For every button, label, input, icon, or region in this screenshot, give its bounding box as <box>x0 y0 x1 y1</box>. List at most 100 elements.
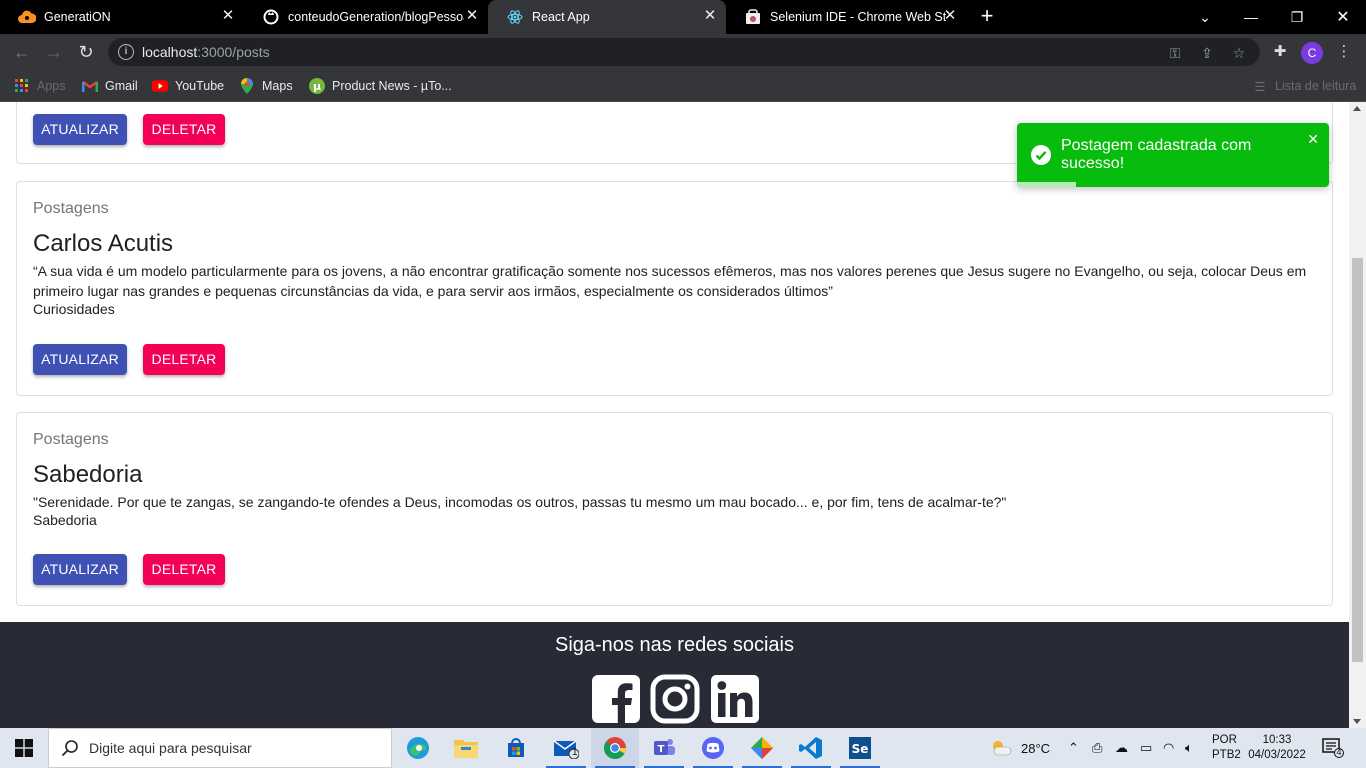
update-button[interactable]: ATUALIZAR <box>33 114 127 145</box>
facebook-icon[interactable] <box>591 674 641 724</box>
bookmark-youtube[interactable]: YouTube <box>152 76 224 96</box>
chrome-icon[interactable] <box>591 728 639 768</box>
tab-title: GeneratiON <box>44 10 111 24</box>
wifi-icon[interactable]: ◠ <box>1163 728 1174 768</box>
close-tab-icon[interactable]: ✕ <box>220 8 236 24</box>
tray-chevron-icon[interactable]: ⌃ <box>1068 728 1079 768</box>
language-indicator[interactable]: POR PTB2 <box>1212 728 1241 768</box>
app-diamond-icon[interactable] <box>738 728 786 768</box>
browser-toolbar: ← → ↻ i localhost:3000/posts ⚿ ⇪ ☆ ✚ C ⋮ <box>0 34 1366 70</box>
search-placeholder: Digite aqui para pesquisar <box>89 740 252 756</box>
tab-react-app[interactable]: React App ✕ <box>488 0 726 34</box>
menu-kebab-icon[interactable]: ⋮ <box>1334 42 1354 62</box>
battery-icon[interactable]: ▭ <box>1140 728 1152 768</box>
site-info-icon[interactable]: i <box>118 44 134 60</box>
maps-icon <box>239 78 255 94</box>
tab-title: conteudoGeneration/blogPessoal <box>288 10 464 24</box>
bookmark-apps[interactable]: Apps <box>14 76 66 96</box>
bookmarks-bar: Apps Gmail YouTube Maps µ Product News -… <box>0 70 1366 102</box>
reload-icon[interactable]: ↻ <box>74 40 98 64</box>
delete-button[interactable]: DELETAR <box>143 554 225 585</box>
selenium-icon[interactable]: Se <box>836 728 884 768</box>
post-card: Postagens Sabedoria "Serenidade. Por que… <box>16 412 1333 606</box>
svg-text:T: T <box>658 744 665 755</box>
search-icon <box>61 739 79 762</box>
key-icon[interactable]: ⚿ <box>1166 44 1184 62</box>
post-title: Sabedoria <box>33 461 143 488</box>
volume-icon[interactable]: 🔈︎ <box>1185 728 1193 768</box>
onedrive-cloud-icon[interactable]: ☁ <box>1115 728 1128 768</box>
tab-selenium[interactable]: Selenium IDE - Chrome Web Store ✕ <box>726 0 966 34</box>
scroll-up-arrow-icon[interactable] <box>1353 106 1361 111</box>
github-icon <box>262 8 280 26</box>
footer: Siga-nos nas redes sociais <box>0 622 1349 728</box>
notifications-icon[interactable]: 4 <box>1322 728 1344 768</box>
bookmark-star-icon[interactable]: ☆ <box>1230 44 1248 62</box>
store-icon[interactable] <box>492 728 540 768</box>
reading-list[interactable]: ☰ Lista de leitura <box>1252 76 1356 96</box>
cloud-icon <box>18 8 36 26</box>
delete-button[interactable]: DELETAR <box>143 344 225 375</box>
update-button[interactable]: ATUALIZAR <box>33 554 127 585</box>
tab-github[interactable]: conteudoGeneration/blogPessoal ✕ <box>244 0 488 34</box>
clock[interactable]: 10:33 04/03/2022 <box>1248 728 1306 768</box>
mail-badge: 1 <box>572 747 578 758</box>
profile-avatar[interactable]: C <box>1301 42 1323 64</box>
close-window-button[interactable]: ✕ <box>1320 0 1366 34</box>
address-bar[interactable]: i localhost:3000/posts ⚿ ⇪ ☆ <box>108 38 1260 66</box>
tab-generation[interactable]: GeneratiON ✕ <box>0 0 244 34</box>
minimize-button[interactable]: — <box>1228 0 1274 34</box>
share-icon[interactable]: ⇪ <box>1198 44 1216 62</box>
post-theme: Curiosidades <box>33 301 115 317</box>
post-kicker: Postagens <box>33 431 109 448</box>
weather-widget[interactable]: 28°C <box>990 728 1050 768</box>
check-circle-icon <box>1031 145 1051 165</box>
post-title: Carlos Acutis <box>33 230 174 257</box>
new-tab-button[interactable]: + <box>976 5 998 27</box>
reading-list-icon: ☰ <box>1254 79 1266 94</box>
instagram-icon[interactable] <box>650 674 700 724</box>
scroll-down-arrow-icon[interactable] <box>1353 719 1361 724</box>
tab-search-icon[interactable]: ⌄ <box>1182 0 1228 34</box>
linkedin-icon[interactable] <box>710 674 760 724</box>
close-tab-icon[interactable]: ✕ <box>942 8 958 24</box>
footer-title: Siga-nos nas redes sociais <box>554 634 794 656</box>
webstore-icon <box>744 8 762 26</box>
windows-start-icon[interactable] <box>0 728 48 768</box>
browser-tabstrip: GeneratiON ✕ conteudoGeneration/blogPess… <box>0 0 1366 34</box>
page-scrollbar[interactable] <box>1349 102 1366 728</box>
svg-text:µ: µ <box>313 80 321 93</box>
bookmark-gmail[interactable]: Gmail <box>82 76 138 96</box>
close-icon[interactable]: ✕ <box>1307 131 1319 148</box>
restore-button[interactable]: ❐ <box>1274 0 1320 34</box>
meet-now-icon[interactable]: ⎙ <box>1092 728 1102 768</box>
post-text: “A sua vida é um modelo particularmente … <box>33 263 1307 299</box>
delete-button[interactable]: DELETAR <box>143 114 225 145</box>
toast-message: Postagem cadastrada com sucesso! <box>1061 137 1252 172</box>
taskbar-search-box[interactable]: Digite aqui para pesquisar <box>48 728 392 768</box>
bookmark-maps[interactable]: Maps <box>239 76 293 96</box>
bookmark-product-news[interactable]: µ Product News - µTo... <box>309 76 452 96</box>
react-icon <box>506 8 524 26</box>
post-kicker: Postagens <box>33 200 109 217</box>
teams-icon[interactable]: T <box>640 728 688 768</box>
extensions-puzzle-icon[interactable]: ✚ <box>1270 42 1290 62</box>
scrollbar-thumb[interactable] <box>1352 258 1363 662</box>
utorrent-icon: µ <box>309 78 325 94</box>
close-tab-icon[interactable]: ✕ <box>702 8 718 24</box>
close-tab-icon[interactable]: ✕ <box>464 8 480 24</box>
post-theme: Sabedoria <box>33 512 97 528</box>
back-arrow-icon[interactable]: ← <box>10 40 34 64</box>
vscode-icon[interactable] <box>787 728 835 768</box>
file-explorer-icon[interactable] <box>442 728 490 768</box>
mail-icon[interactable]: 1 <box>542 728 590 768</box>
edge-icon[interactable] <box>394 728 442 768</box>
weather-sun-icon <box>990 738 1012 759</box>
url-text: localhost:3000/posts <box>142 44 270 60</box>
svg-text:Se: Se <box>852 742 869 756</box>
success-toast[interactable]: Postagem cadastrada com sucesso! ✕ <box>1017 123 1329 187</box>
forward-arrow-icon[interactable]: → <box>42 40 66 64</box>
discord-icon[interactable] <box>689 728 737 768</box>
gmail-icon <box>82 78 98 94</box>
update-button[interactable]: ATUALIZAR <box>33 344 127 375</box>
